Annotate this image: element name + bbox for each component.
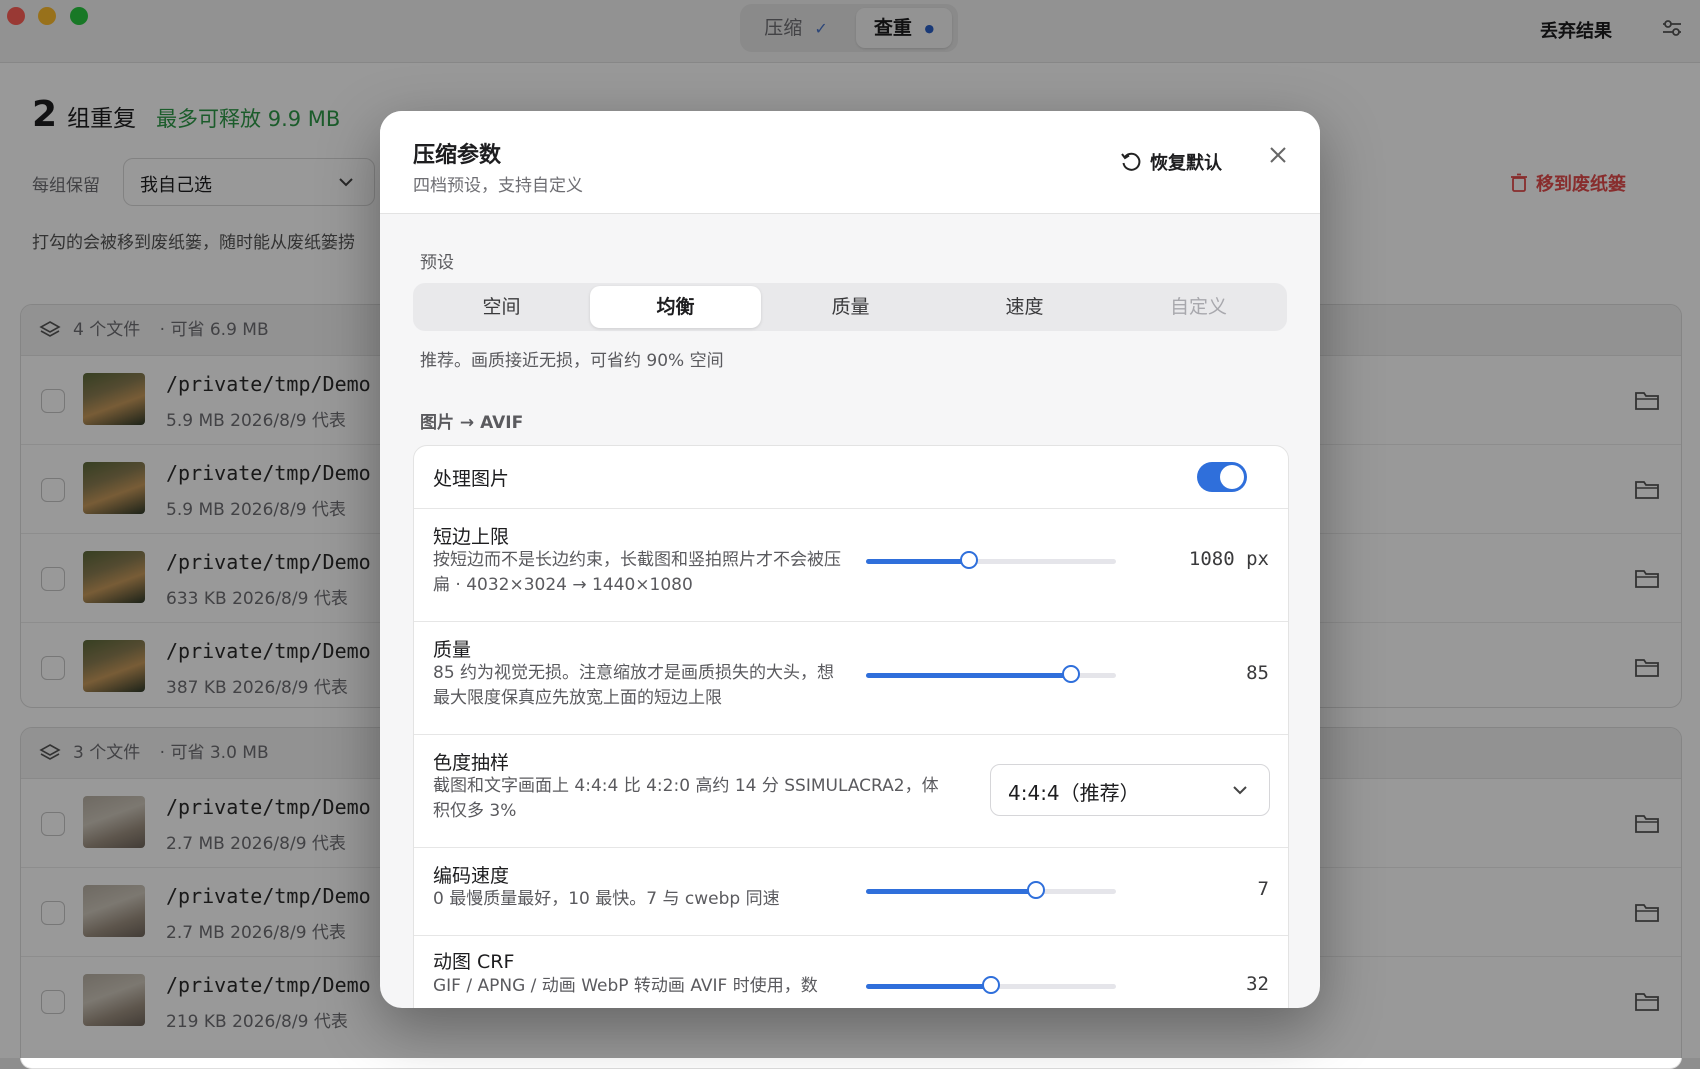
preset-section-label: 预设: [420, 253, 454, 273]
chroma-desc: 截图和文字画面上 4:4:4 比 4:2:0 高约 14 分 SSIMULACR…: [433, 776, 939, 821]
short-edge-title: 短边上限: [433, 526, 510, 548]
speed-slider[interactable]: [866, 881, 1116, 899]
quality-slider[interactable]: [866, 665, 1116, 683]
reset-icon: [1121, 152, 1141, 171]
slider-fill: [866, 889, 1036, 894]
close-icon[interactable]: [1267, 144, 1289, 166]
chroma-select-value: 4:4:4（推荐）: [1008, 781, 1140, 805]
crf-slider[interactable]: [866, 976, 1116, 994]
animated-crf-row: 动图 CRF GIF / APNG / 动画 WebP 转动画 AVIF 时使用…: [414, 935, 1288, 1008]
dialog-title: 压缩参数: [413, 143, 502, 168]
speed-desc: 0 最慢质量最好，10 最快。7 与 cwebp 同速: [433, 889, 780, 909]
short-edge-slider[interactable]: [866, 551, 1116, 569]
preset-tab-speed[interactable]: 速度: [939, 286, 1110, 328]
quality-desc: 85 约为视觉无损。注意缩放才是画质损失的大头，想最大限度保真应先放宽上面的短边…: [433, 663, 835, 708]
chroma-select[interactable]: 4:4:4（推荐）: [990, 764, 1270, 816]
image-settings-card: 处理图片 短边上限 按短边而不是长边约束，长截图和竖拍照片才不会被压扁 · 40…: [413, 445, 1289, 1008]
slider-knob[interactable]: [982, 976, 1000, 994]
speed-value: 7: [1257, 878, 1269, 900]
slider-fill: [866, 673, 1071, 678]
quality-title: 质量: [433, 639, 472, 661]
process-images-toggle[interactable]: [1197, 462, 1247, 492]
slider-fill: [866, 559, 969, 564]
short-edge-row: 短边上限 按短边而不是长边约束，长截图和竖拍照片才不会被压扁 · 4032×30…: [414, 508, 1288, 622]
process-images-row: 处理图片: [414, 446, 1288, 509]
toggle-knob: [1220, 465, 1244, 489]
dialog-header: 压缩参数 四档预设，支持自定义 恢复默认: [380, 111, 1320, 214]
crf-title: 动图 CRF: [433, 951, 515, 973]
dialog-subtitle: 四档预设，支持自定义: [413, 176, 583, 196]
preset-tab-quality[interactable]: 质量: [765, 286, 936, 328]
reset-defaults-label: 恢复默认: [1150, 153, 1222, 174]
chroma-row: 色度抽样 截图和文字画面上 4:4:4 比 4:2:0 高约 14 分 SSIM…: [414, 734, 1288, 848]
reset-defaults-button[interactable]: 恢复默认: [1120, 149, 1222, 175]
image-section-label: 图片 → AVIF: [420, 413, 524, 433]
short-edge-desc: 按短边而不是长边约束，长截图和竖拍照片才不会被压扁 · 4032×3024 → …: [433, 550, 841, 595]
preset-tab-balanced[interactable]: 均衡: [590, 286, 761, 328]
chevron-down-icon: [1233, 786, 1247, 795]
chroma-title: 色度抽样: [433, 752, 510, 774]
compression-settings-dialog: 压缩参数 四档预设，支持自定义 恢复默认 预设 空间 均衡 质量 速度 自定义 …: [380, 111, 1320, 1008]
crf-desc: GIF / APNG / 动画 WebP 转动画 AVIF 时使用，数: [433, 976, 818, 996]
quality-row: 质量 85 约为视觉无损。注意缩放才是画质损失的大头，想最大限度保真应先放宽上面…: [414, 621, 1288, 735]
speed-title: 编码速度: [433, 865, 510, 887]
preset-tabs: 空间 均衡 质量 速度 自定义: [413, 283, 1287, 331]
quality-value: 85: [1246, 662, 1269, 684]
preset-description: 推荐。画质接近无损，可省约 90% 空间: [420, 351, 724, 371]
slider-fill: [866, 984, 991, 989]
process-images-label: 处理图片: [433, 468, 510, 490]
speed-row: 编码速度 0 最慢质量最好，10 最快。7 与 cwebp 同速 7: [414, 847, 1288, 936]
slider-knob[interactable]: [1027, 881, 1045, 899]
preset-tab-space[interactable]: 空间: [416, 286, 587, 328]
short-edge-value: 1080 px: [1188, 548, 1269, 570]
slider-knob[interactable]: [959, 551, 978, 569]
slider-knob[interactable]: [1062, 665, 1080, 683]
preset-tab-custom[interactable]: 自定义: [1113, 286, 1284, 328]
crf-value: 32: [1246, 973, 1269, 995]
